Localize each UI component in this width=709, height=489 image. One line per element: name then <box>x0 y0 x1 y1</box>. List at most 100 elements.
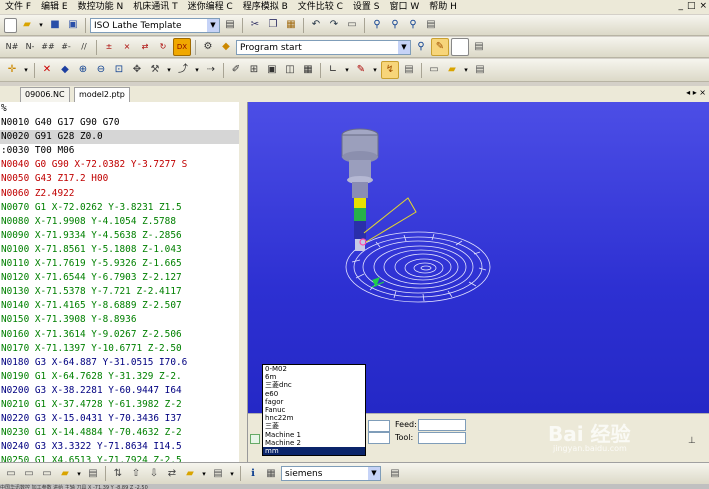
code-line[interactable]: N0050 G43 Z17.2 H00 <box>0 172 239 186</box>
close-button[interactable]: × <box>699 1 707 11</box>
dropdown-icon[interactable]: ▾ <box>462 62 470 78</box>
open-folder-icon[interactable]: ▰ <box>19 17 35 33</box>
info-icon[interactable]: ℹ <box>245 466 261 482</box>
code-line[interactable]: N0190 G1 X-64.7628 Y-31.329 Z-2. <box>0 370 239 384</box>
pan-icon[interactable]: ✥ <box>129 62 145 78</box>
menu-settings[interactable]: 设置 S <box>348 0 385 14</box>
measure-icon[interactable]: ✐ <box>228 62 244 78</box>
machine-option[interactable]: Machine 1 <box>263 431 365 439</box>
menu-file-compare[interactable]: 文件比较 C <box>293 0 348 14</box>
feed-field[interactable] <box>418 419 466 431</box>
receive-icon[interactable]: ⇩ <box>146 466 162 482</box>
code-line[interactable]: N0160 X-71.3614 Y-9.0267 Z-2.506 <box>0 328 239 342</box>
list-icon[interactable]: ▤ <box>472 62 488 78</box>
document-icon[interactable]: ▭ <box>344 17 360 33</box>
translate-icon[interactable]: ⇄ <box>137 39 153 55</box>
view-icon[interactable]: ▦ <box>300 62 316 78</box>
code-line[interactable]: N0100 X-71.8561 Y-5.1808 Z-1.043 <box>0 243 239 257</box>
tab-model2[interactable]: model2.ptp <box>74 87 130 102</box>
zoom-out-icon[interactable]: ⊖ <box>93 62 109 78</box>
tool-field[interactable] <box>418 432 466 444</box>
machine-icon[interactable]: ▦ <box>263 466 279 482</box>
template-settings-icon[interactable]: ▤ <box>222 17 238 33</box>
redo-icon[interactable]: ↷ <box>326 17 342 33</box>
dropdown-icon[interactable]: ▾ <box>193 62 201 78</box>
machine-option[interactable]: Fanuc <box>263 406 365 414</box>
machine-settings-icon[interactable]: ▤ <box>387 466 403 482</box>
tab-09006[interactable]: 09006.NC <box>20 87 70 102</box>
machine-dropdown-list[interactable]: 0-M02 6m 三菱dnc e60 fagor Fanuc hnc22m 三菱 Machine… <box>262 364 366 456</box>
settings-icon[interactable]: ▤ <box>401 62 417 78</box>
code-line[interactable]: N0010 G40 G17 G90 G70 <box>0 116 239 130</box>
machine-option[interactable]: 三菱dnc <box>263 381 365 389</box>
machine-option[interactable]: 三菱 <box>263 422 365 430</box>
code-line[interactable]: N0200 G3 X-38.2281 Y-60.9447 I64 <box>0 384 239 398</box>
machine-option[interactable]: mm <box>263 446 365 455</box>
menu-edit[interactable]: 编辑 E <box>36 0 73 14</box>
machine-select[interactable]: siemens ▼ <box>281 466 381 481</box>
insert-spaces-icon[interactable]: ## <box>40 39 56 55</box>
code-line[interactable]: N0220 G3 X-15.0431 Y-70.3436 I37 <box>0 412 239 426</box>
tools-icon[interactable]: ▤ <box>210 466 226 482</box>
stock-icon[interactable]: ◫ <box>282 62 298 78</box>
chevron-down-icon[interactable]: ▼ <box>398 40 410 54</box>
machine-option[interactable]: Machine 2 <box>263 439 365 447</box>
palette-icon[interactable]: ◆ <box>218 39 234 55</box>
bookmark-icon[interactable]: ▤ <box>423 17 439 33</box>
folder-icon[interactable]: ▰ <box>182 466 198 482</box>
dimension-icon[interactable]: ⊞ <box>246 62 262 78</box>
delete-icon[interactable]: ✕ <box>39 62 55 78</box>
tool-icon[interactable]: ⚒ <box>147 62 163 78</box>
code-line[interactable]: N0210 G1 X-37.4728 Y-61.3982 Z-2 <box>0 398 239 412</box>
dropdown-icon[interactable]: ▾ <box>75 466 83 482</box>
dropdown-icon[interactable]: ▾ <box>165 62 173 78</box>
transfer-icon[interactable]: ⇅ <box>110 466 126 482</box>
menu-mini-programming[interactable]: 迷你编程 C <box>183 0 238 14</box>
menu-file[interactable]: 文件 F <box>0 0 36 14</box>
open-dropdown-icon[interactable]: ▾ <box>37 17 45 33</box>
code-line[interactable]: N0250 G1 X4.6513 Y-71.7924 Z-2.5 <box>0 454 239 462</box>
machine-option[interactable]: siemens <box>263 455 365 456</box>
renumber-icon[interactable]: N# <box>4 39 20 55</box>
rotate-icon[interactable]: ↻ <box>155 39 171 55</box>
code-line[interactable]: N0020 G91 G28 Z0.0 <box>0 130 239 145</box>
options-icon[interactable]: ▤ <box>471 39 487 55</box>
code-line[interactable]: N0110 X-71.7619 Y-5.9326 Z-1.665 <box>0 257 239 271</box>
chevron-down-icon[interactable]: ▼ <box>207 18 219 32</box>
field-y[interactable] <box>368 432 390 444</box>
minimize-button[interactable]: _ <box>678 1 683 11</box>
code-line[interactable]: :0030 T00 M06 <box>0 144 239 158</box>
save-icon[interactable]: ■ <box>47 17 63 33</box>
remove-spaces-icon[interactable]: #- <box>58 39 74 55</box>
save-all-icon[interactable]: ▣ <box>65 17 81 33</box>
menu-nc-functions[interactable]: 数控功能 N <box>73 0 129 14</box>
play-path-icon[interactable]: ↯ <box>381 61 399 79</box>
solid-icon[interactable]: ◆ <box>57 62 73 78</box>
menu-machine-comm[interactable]: 机床通讯 T <box>128 0 182 14</box>
template-select[interactable]: ISO Lathe Template ▼ <box>90 17 220 33</box>
comment-icon[interactable]: // <box>76 39 92 55</box>
code-line[interactable]: N0070 G1 X-72.0262 Y-3.8231 Z1.5 <box>0 201 239 215</box>
send-icon[interactable]: ⇧ <box>128 466 144 482</box>
pin-icon[interactable]: ⊥ <box>688 436 696 446</box>
copy-icon[interactable]: ❐ <box>265 17 281 33</box>
highlight-icon[interactable]: ✎ <box>431 38 449 56</box>
code-line[interactable]: N0150 X-71.3908 Y-8.8936 <box>0 313 239 327</box>
code-line[interactable]: N0130 X-71.5378 Y-7.721 Z-2.4117 <box>0 285 239 299</box>
dnc-icon[interactable]: ⇄ <box>164 466 180 482</box>
code-line[interactable]: N0230 G1 X-14.4884 Y-70.4632 Z-2 <box>0 426 239 440</box>
code-editor[interactable]: % N0010 G40 G17 G90 G70 N0020 G91 G28 Z0.… <box>0 102 240 462</box>
cube-icon[interactable]: ▣ <box>264 62 280 78</box>
editor-scrollbar[interactable] <box>239 102 248 462</box>
find-next-icon[interactable]: ⚲ <box>387 17 403 33</box>
side-icon[interactable] <box>250 434 260 444</box>
code-line[interactable]: N0180 G3 X-64.887 Y-31.0515 I70.6 <box>0 356 239 370</box>
rapid-icon[interactable]: ⇢ <box>203 62 219 78</box>
zoom-in-icon[interactable]: ⊕ <box>75 62 91 78</box>
field-x[interactable] <box>368 420 390 432</box>
menu-help[interactable]: 帮助 H <box>424 0 462 14</box>
search-icon[interactable]: ⚲ <box>413 39 429 55</box>
code-line[interactable]: N0060 Z2.4922 <box>0 187 239 201</box>
dropdown-icon[interactable]: ▾ <box>22 62 30 78</box>
replace-icon[interactable]: ⚲ <box>405 17 421 33</box>
